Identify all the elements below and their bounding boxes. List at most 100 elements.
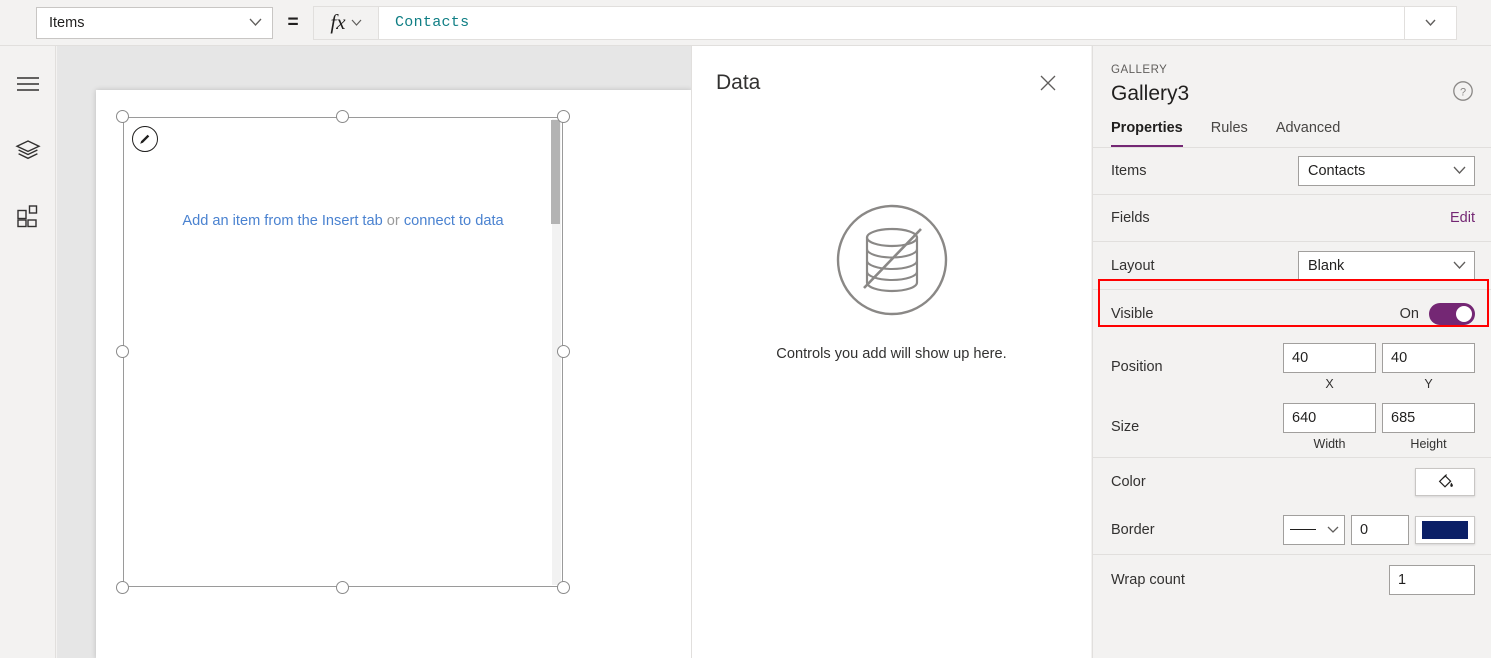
resize-handle-top-center[interactable] [336,110,349,123]
chevron-down-icon [249,15,262,31]
resize-handle-top-right[interactable] [557,110,570,123]
fx-button[interactable]: fx [313,5,378,40]
control-kind-label: GALLERY [1111,64,1168,76]
property-row-size: Size 640 Width 685 Height [1093,396,1491,458]
property-row-fields: Fields Edit [1093,195,1491,242]
position-x-caption: X [1325,377,1334,391]
wrap-count-input[interactable]: 1 [1389,565,1475,595]
properties-pane: GALLERY Gallery3 ? Properties Rules Adva… [1092,46,1491,658]
powerapps-studio: Items = fx Contacts Add an item from the… [0,0,1491,658]
data-pane-empty-caption: Controls you add will show up here. [776,346,1007,362]
gallery-scrollbar-thumb[interactable] [551,120,560,224]
connect-to-data-link[interactable]: connect to data [404,213,504,229]
resize-handle-bottom-right[interactable] [557,581,570,594]
formula-input[interactable]: Contacts [378,5,1405,40]
resize-handle-bottom-left[interactable] [116,581,129,594]
layout-label: Layout [1111,257,1155,274]
formula-text: Contacts [395,14,470,31]
help-button[interactable]: ? [1451,79,1475,103]
toggle-knob [1456,306,1472,322]
property-row-position: Position 40 X 40 Y [1093,338,1491,396]
help-circle-icon: ? [1453,81,1473,101]
resize-handle-middle-right[interactable] [557,345,570,358]
equals-sign: = [287,11,299,33]
sidebar-item-menu[interactable] [8,64,48,104]
size-width-input[interactable]: 640 [1283,402,1376,433]
gallery-empty-hint: Add an item from the Insert tab or conne… [124,213,562,229]
control-name-label: Gallery3 [1111,82,1190,105]
data-pane-header: Data [692,46,1091,96]
svg-text:?: ? [1460,86,1466,98]
chevron-down-icon [1453,258,1466,274]
property-row-color: Color [1093,458,1491,505]
grid-components-icon [16,205,37,228]
properties-tabs: Properties Rules Advanced [1093,106,1491,148]
gallery-control[interactable]: Add an item from the Insert tab or conne… [123,117,563,587]
formula-expand-button[interactable] [1405,5,1457,40]
fill-color-button[interactable] [1415,467,1475,496]
chevron-down-icon [1327,521,1339,539]
property-selector-value: Items [49,14,85,31]
pencil-icon [140,134,150,144]
hint-separator: or [382,213,404,229]
resize-handle-bottom-center[interactable] [336,581,349,594]
chevron-down-icon [1425,19,1436,26]
hamburger-menu-icon [16,77,39,91]
resize-handle-top-left[interactable] [116,110,129,123]
position-label: Position [1111,359,1163,375]
app-screen-canvas[interactable]: Add an item from the Insert tab or conne… [96,90,691,658]
layout-dropdown[interactable]: Blank [1298,250,1475,281]
visible-toggle[interactable] [1429,303,1475,325]
items-dropdown[interactable]: Contacts [1298,156,1475,186]
position-x-input[interactable]: 40 [1283,343,1376,373]
close-data-pane-button[interactable] [1035,70,1061,96]
border-color-chip [1422,520,1468,539]
border-width-input[interactable]: 0 [1351,514,1409,545]
position-y-caption: Y [1424,377,1433,391]
property-row-wrap-count: Wrap count 1 [1093,555,1491,605]
size-height-caption: Height [1410,436,1447,451]
tab-advanced[interactable]: Advanced [1276,120,1341,147]
fields-label: Fields [1111,210,1150,226]
border-color-button[interactable] [1415,515,1475,544]
data-pane-empty-state: Controls you add will show up here. [692,201,1091,362]
visible-state-label: On [1399,306,1419,322]
position-y-input[interactable]: 40 [1382,343,1475,373]
size-label: Size [1111,418,1140,435]
insert-tab-link[interactable]: Add an item from the Insert tab [182,213,382,229]
sidebar-item-tree-view[interactable] [8,130,48,170]
data-pane-title: Data [716,71,761,94]
size-width-caption: Width [1313,436,1346,451]
close-icon [1040,75,1056,91]
chevron-down-icon [1453,163,1466,179]
property-row-items: Items Contacts [1093,148,1491,195]
left-rail [0,46,56,658]
gallery-control-selection[interactable]: Add an item from the Insert tab or conne… [116,110,570,594]
formula-bar: Items = fx Contacts [0,0,1491,46]
border-style-preview [1289,529,1316,530]
fields-edit-link[interactable]: Edit [1450,210,1475,226]
chevron-down-icon [351,14,362,32]
visible-label: Visible [1111,306,1154,322]
database-slash-icon [836,204,947,316]
color-label: Color [1111,473,1146,490]
size-height-input[interactable]: 685 [1382,402,1475,433]
wrap-count-label: Wrap count [1111,572,1185,588]
canvas-area[interactable]: Add an item from the Insert tab or conne… [57,46,691,658]
fx-icon: fx [330,10,346,34]
data-pane: Data Controls you add will show up here. [691,46,1091,658]
border-style-dropdown[interactable] [1283,514,1345,545]
tab-rules[interactable]: Rules [1211,120,1248,147]
border-label: Border [1111,521,1155,538]
items-dropdown-value: Contacts [1308,163,1366,179]
sidebar-item-insert[interactable] [8,196,48,236]
layout-dropdown-value: Blank [1308,257,1345,274]
property-row-layout: Layout Blank [1093,242,1491,290]
property-selector-dropdown[interactable]: Items [36,6,273,39]
tab-properties[interactable]: Properties [1111,120,1183,147]
gallery-edit-badge[interactable] [132,126,158,152]
property-row-border: Border 0 [1093,505,1491,555]
resize-handle-middle-left[interactable] [116,345,129,358]
layers-icon [14,140,41,160]
properties-header: GALLERY Gallery3 ? [1093,46,1491,106]
